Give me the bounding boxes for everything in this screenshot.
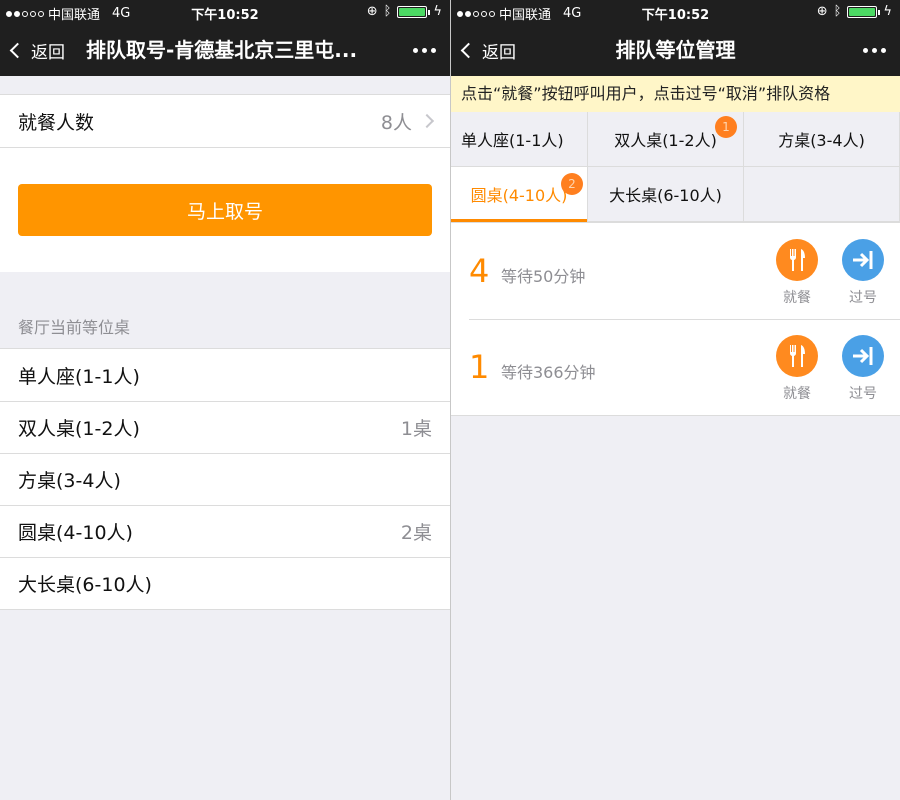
queue-list: 4 等待50分钟 就餐 过号 1 等待366分钟 就餐 过号 [451,223,900,416]
dine-button[interactable]: 就餐 [776,335,818,403]
queue-actions: 就餐 过号 [776,239,884,307]
table-name: 大长桌(6-10人) [18,573,152,596]
tab-square[interactable]: 方桌(3-4人) [744,112,900,167]
queue-number: 4 [469,252,490,290]
more-icon [413,47,418,53]
status-right: ⊕ ᛒ ϟ [367,4,442,19]
table-name: 圆桌(4-10人) [18,521,133,544]
table-type-tabs: 单人座(1-1人) 双人桌(1-2人) 1 方桌(3-4人) 圆桌(4-10人)… [451,112,900,223]
app-screens: 中国联通 4G 下午10:52 ⊕ ᛒ ϟ 返回 排队取号-肯德基北京三里屯..… [0,0,900,800]
table-count: 2桌 [400,521,432,544]
status-bar: 中国联通 4G 下午10:52 ⊕ ᛒ ϟ [451,0,900,24]
back-label: 返回 [31,42,65,63]
tab-label: 方桌(3-4人) [778,131,865,150]
nav-bar: 返回 排队取号-肯德基北京三里屯... [0,24,450,76]
wait-time: 等待50分钟 [501,267,586,286]
charging-icon: ϟ [883,4,892,19]
bluetooth-icon: ᛒ [383,4,392,19]
tab-label: 圆桌(4-10人) [470,186,568,205]
battery-icon [397,5,431,18]
skip-button[interactable]: 过号 [842,239,884,307]
diners-value: 8人 [380,111,412,134]
skip-label: 过号 [849,290,877,306]
tables-list: 单人座(1-1人) 双人桌(1-2人) 1桌 方桌(3-4人) 圆桌(4-10人… [0,348,450,610]
right-screen: 中国联通 4G 下午10:52 ⊕ ᛒ ϟ 返回 排队等位管理 点击“就餐”按钮… [450,0,900,800]
tab-label: 大长桌(6-10人) [609,186,722,205]
diners-label: 就餐人数 [18,111,95,134]
queue-actions: 就餐 过号 [776,335,884,403]
more-icon [863,47,868,53]
tab-round[interactable]: 圆桌(4-10人) 2 [451,167,588,222]
queue-number: 1 [469,348,490,386]
bluetooth-icon: ᛒ [833,4,842,19]
skip-arrow-icon [842,239,884,281]
rotation-lock-icon: ⊕ [366,4,378,19]
charging-icon: ϟ [433,4,442,19]
rotation-lock-icon: ⊕ [816,4,828,19]
status-right: ⊕ ᛒ ϟ [817,4,892,19]
tab-label: 双人桌(1-2人) [614,131,717,150]
button-area: 马上取号 [0,148,450,272]
page-title: 排队等位管理 [615,38,736,62]
count-badge: 1 [715,116,737,138]
table-row-round: 圆桌(4-10人) 2桌 [0,505,450,557]
table-name: 双人桌(1-2人) [18,417,140,440]
nav-bar: 返回 排队等位管理 [451,24,900,76]
fork-knife-icon [776,239,818,281]
table-count: 1桌 [400,417,432,440]
battery-icon [847,5,881,18]
notice-bar: 点击“就餐”按钮呼叫用户，点击过号“取消”排队资格 [451,76,900,112]
chevron-left-icon [460,42,477,58]
skip-arrow-icon [842,335,884,377]
tab-long[interactable]: 大长桌(6-10人) [588,167,744,222]
section-header: 餐厅当前等位桌 [18,318,131,337]
queue-item: 1 等待366分钟 就餐 过号 [451,319,900,415]
tab-single[interactable]: 单人座(1-1人) [451,112,588,167]
diners-row[interactable]: 就餐人数 8人 [0,95,450,147]
left-screen: 中国联通 4G 下午10:52 ⊕ ᛒ ϟ 返回 排队取号-肯德基北京三里屯..… [0,0,450,800]
chevron-left-icon [9,42,26,58]
tab-empty [744,167,900,222]
dine-button[interactable]: 就餐 [776,239,818,307]
skip-button[interactable]: 过号 [842,335,884,403]
tab-label: 单人座(1-1人) [461,131,564,150]
table-name: 方桌(3-4人) [18,469,121,492]
back-button[interactable]: 返回 [460,24,516,76]
dine-label: 就餐 [783,386,811,402]
table-name: 单人座(1-1人) [18,365,140,388]
dine-label: 就餐 [783,290,811,306]
table-row-single: 单人座(1-1人) [0,349,450,401]
tab-double[interactable]: 双人桌(1-2人) 1 [588,112,744,167]
count-badge: 2 [561,173,583,195]
fork-knife-icon [776,335,818,377]
chevron-right-icon [419,113,435,129]
skip-label: 过号 [849,386,877,402]
table-row-double: 双人桌(1-2人) 1桌 [0,401,450,453]
queue-item: 4 等待50分钟 就餐 过号 [451,223,900,319]
diners-group: 就餐人数 8人 [0,94,450,148]
back-button[interactable]: 返回 [9,24,65,76]
page-title: 排队取号-肯德基北京三里屯... [86,38,358,62]
more-button[interactable] [413,24,436,76]
table-row-long: 大长桌(6-10人) [0,557,450,609]
table-row-square: 方桌(3-4人) [0,453,450,505]
wait-time: 等待366分钟 [501,363,596,382]
more-button[interactable] [863,24,886,76]
status-bar: 中国联通 4G 下午10:52 ⊕ ᛒ ϟ [0,0,450,24]
take-number-button[interactable]: 马上取号 [18,184,432,236]
